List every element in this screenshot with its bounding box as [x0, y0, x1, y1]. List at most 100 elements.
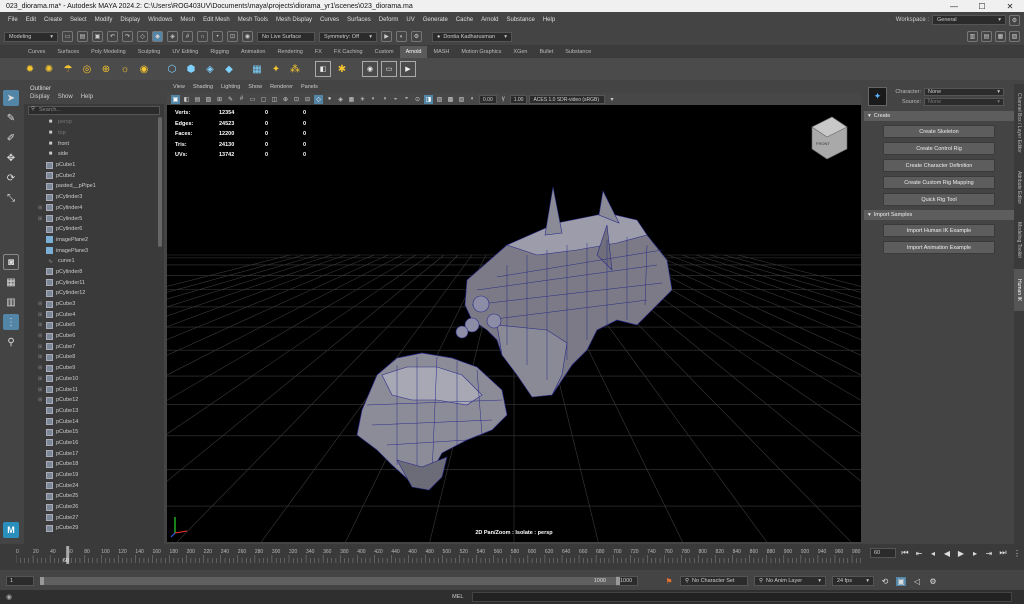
light-portal-icon[interactable]: ☼ [117, 61, 133, 77]
shelf-tab-rendering[interactable]: Rendering [271, 46, 308, 58]
import-section-header[interactable]: ▾ Import Samples [864, 210, 1014, 220]
outliner-item[interactable]: pCube24 [24, 480, 156, 491]
side-tab-human-ik[interactable]: Human IK [1014, 269, 1024, 311]
expand-icon[interactable]: ⊞ [38, 397, 46, 403]
shelf-tab-curves[interactable]: Curves [22, 46, 51, 58]
outliner-scrollbar[interactable] [158, 117, 162, 247]
time-ticks[interactable]: 0 20 40 60 80 100 120 140 160 180 200 220 240 260 280 3… [16, 546, 864, 564]
search-icon[interactable]: ⚲ [3, 334, 19, 350]
gamma-icon[interactable]: γ [499, 95, 508, 104]
menu-file[interactable]: File [4, 17, 22, 23]
textured-icon[interactable]: ▦ [347, 95, 356, 104]
go-to-start-icon[interactable]: ⏮ [900, 548, 910, 558]
symmetry-dropdown[interactable]: Symmetry: Off ▾ [319, 31, 377, 42]
grid-icon[interactable]: # [237, 95, 246, 104]
snap-point-icon[interactable]: • [212, 31, 223, 42]
single-view-icon[interactable]: ◙ [3, 254, 19, 270]
lasso-tool-icon[interactable]: ✎ [3, 110, 19, 126]
current-frame-field[interactable]: 60 [870, 548, 896, 558]
outliner-item[interactable]: pCube18 [24, 459, 156, 470]
menu-mesh-tools[interactable]: Mesh Tools [234, 17, 272, 23]
shelf-tab-sculpting[interactable]: Sculpting [132, 46, 167, 58]
animation-prefs-icon[interactable]: ⚙ [928, 577, 938, 586]
2d-pan-zoom-icon[interactable]: ⊞ [215, 95, 224, 104]
menu-select[interactable]: Select [66, 17, 91, 23]
menu-uv[interactable]: UV [402, 17, 418, 23]
xray-icon[interactable]: ▧ [435, 95, 444, 104]
outliner-item[interactable]: pCube25 [24, 491, 156, 502]
shelf-tab-xgen[interactable]: XGen [507, 46, 533, 58]
outliner-search-input[interactable]: Search... [28, 106, 160, 115]
outliner-item[interactable]: pasted__pPipe1 [24, 181, 156, 192]
outliner-item[interactable]: pCylinder3 [24, 192, 156, 203]
redo-icon[interactable]: ↷ [122, 31, 133, 42]
snap-grid-icon[interactable]: # [182, 31, 193, 42]
command-help-icon[interactable]: ◉ [6, 593, 12, 601]
xray-joints-icon[interactable]: ▩ [446, 95, 455, 104]
toggle-channel-box-icon[interactable]: ▧ [1009, 31, 1020, 42]
side-tab-channel-box-layer-editor[interactable]: Channel Box / Layer Editor [1014, 84, 1024, 162]
rotate-tool-icon[interactable]: ⟳ [3, 170, 19, 186]
backface-icon[interactable]: ▨ [457, 95, 466, 104]
outliner-item[interactable]: pCube2 [24, 170, 156, 181]
aov-icon[interactable]: ✱ [334, 61, 350, 77]
menu-windows[interactable]: Windows [144, 17, 176, 23]
outliner-item[interactable]: pCube29 [24, 523, 156, 534]
menu-arnold[interactable]: Arnold [477, 17, 502, 23]
range-slider[interactable]: 1000 [40, 577, 620, 585]
render-sequence-icon[interactable]: ▭ [381, 61, 397, 77]
create-character-definition-button[interactable]: Create Character Definition [883, 159, 995, 172]
expand-icon[interactable]: ⊞ [38, 301, 46, 307]
viewport-menu-view[interactable]: View [173, 84, 185, 93]
render-settings-icon[interactable]: ⚙ [411, 31, 422, 42]
step-forward-frame-icon[interactable]: ▸ [970, 549, 980, 558]
select-hierarchy-icon[interactable]: ◇ [137, 31, 148, 42]
shelf-tab-fx[interactable]: FX [309, 46, 328, 58]
play-icon[interactable]: ▶ [400, 61, 416, 77]
create-section-header[interactable]: ▾ Create [864, 111, 1014, 121]
speaker-icon[interactable]: ◁ [912, 577, 922, 586]
viewport-menu-shading[interactable]: Shading [193, 84, 213, 93]
area-light-icon[interactable]: ✺ [41, 61, 57, 77]
outliner-item[interactable]: pCube13 [24, 406, 156, 417]
expand-icon[interactable]: ⊞ [38, 344, 46, 350]
scale-tool-icon[interactable]: ⤡ [3, 190, 19, 206]
menu-create[interactable]: Create [40, 17, 66, 23]
outliner-item[interactable]: pCylinder11 [24, 277, 156, 288]
expand-icon[interactable]: ⊞ [38, 365, 46, 371]
outliner-item[interactable]: ■ side [24, 149, 156, 160]
view-cube[interactable]: FRONT [811, 116, 848, 160]
bookmark-icon[interactable]: ▤ [193, 95, 202, 104]
outliner-item[interactable]: ⊞ pCube12 [24, 395, 156, 406]
textures-icon[interactable]: ⁂ [287, 61, 303, 77]
outliner-item[interactable]: pCube16 [24, 438, 156, 449]
user-account-dropdown[interactable]: ● Dontia Kadharusman ▾ [432, 31, 512, 42]
menu-display[interactable]: Display [116, 17, 144, 23]
arnold-render-view-icon[interactable]: ✹ [22, 61, 38, 77]
four-view-icon[interactable]: ▦ [3, 274, 19, 290]
new-scene-icon[interactable]: ▭ [62, 31, 73, 42]
outliner-item[interactable]: ⊞ pCube9 [24, 363, 156, 374]
camera-icon[interactable]: ◧ [315, 61, 331, 77]
side-tab-modeling-toolkit[interactable]: Modeling Toolkit [1014, 214, 1024, 266]
depth-of-field-icon[interactable]: ⊙ [413, 95, 422, 104]
isolate-select-icon[interactable]: ◨ [424, 94, 433, 104]
standin-icon[interactable]: ⬡ [164, 61, 180, 77]
shadows-icon[interactable]: ◐ [369, 95, 378, 104]
menu-help[interactable]: Help [539, 17, 559, 23]
outliner-menu-display[interactable]: Display [30, 94, 50, 104]
menu-generate[interactable]: Generate [419, 17, 452, 23]
open-scene-icon[interactable]: ▤ [77, 31, 88, 42]
field-chart-icon[interactable]: ⊕ [281, 95, 290, 104]
exposure-field[interactable]: 0.00 [479, 94, 497, 104]
step-forward-key-icon[interactable]: ⇥ [984, 549, 994, 558]
viewport-menu-show[interactable]: Show [248, 84, 262, 93]
outliner-item[interactable]: ⊞ pCube11 [24, 384, 156, 395]
ambient-occlusion-icon[interactable]: ◑ [380, 95, 389, 104]
live-surface-field[interactable]: No Live Surface [257, 31, 315, 42]
menu-curves[interactable]: Curves [316, 17, 343, 23]
outliner-item[interactable]: pCube19 [24, 470, 156, 481]
loop-icon[interactable]: ⟲ [880, 577, 890, 586]
exposure-icon[interactable]: ◐ [468, 95, 477, 104]
outliner-item[interactable]: pCube15 [24, 427, 156, 438]
